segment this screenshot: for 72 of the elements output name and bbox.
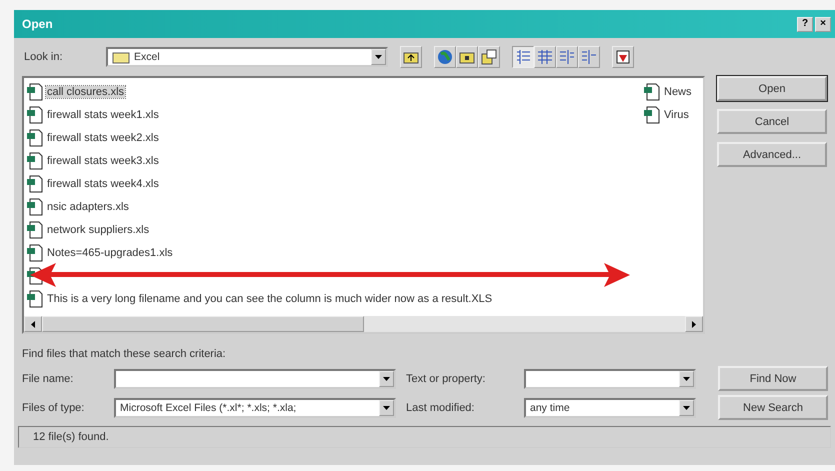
look-in-label: Look in:	[24, 51, 64, 63]
search-field[interactable]	[524, 368, 696, 388]
dropdown-arrow-icon	[375, 55, 382, 59]
toolbar-button[interactable]	[478, 46, 500, 68]
window-title: Open	[22, 17, 53, 31]
spreadsheet-file-icon	[643, 82, 661, 100]
spreadsheet-file-icon	[26, 290, 44, 308]
file-name[interactable]: Virus	[663, 108, 690, 120]
file-name[interactable]: firewall stats week2.xls	[46, 132, 160, 144]
field-value: any time	[529, 402, 571, 414]
search-field[interactable]	[114, 368, 396, 388]
search-field[interactable]: any time	[524, 398, 696, 418]
file-name[interactable]: News	[663, 86, 693, 98]
up-folder-icon	[403, 50, 419, 64]
spreadsheet-file-icon	[26, 106, 44, 124]
toolbar-button[interactable]	[400, 46, 422, 68]
dropdown-button[interactable]	[679, 370, 694, 386]
scroll-right-icon	[692, 320, 696, 328]
search-button[interactable]: New Search	[718, 395, 828, 420]
field-label: File name:	[22, 372, 74, 384]
file-name[interactable]: network suppliers.xls	[46, 224, 150, 236]
file-name[interactable]: nsic adapters.xls	[46, 200, 130, 212]
look-in-dropdown[interactable]: Excel	[106, 47, 388, 67]
dropdown-arrow-icon	[683, 406, 690, 410]
file-name[interactable]: Notes=465-upgrades1.xls	[46, 246, 174, 258]
search-button[interactable]: Find Now	[718, 366, 828, 391]
field-value: Microsoft Excel Files (*.xl*; *.xls; *.xla;	[119, 402, 298, 414]
dropdown-arrow-icon	[383, 406, 390, 410]
spreadsheet-file-icon	[643, 106, 661, 124]
search-field[interactable]: Microsoft Excel Files (*.xl*; *.xls; *.xla;	[114, 398, 396, 418]
help-button[interactable]: ?	[797, 16, 813, 32]
field-value: Excel	[133, 51, 161, 63]
spreadsheet-file-icon	[26, 152, 44, 170]
properties-view-icon	[559, 50, 575, 64]
folder-icon	[112, 50, 130, 64]
spreadsheet-file-icon	[26, 198, 44, 216]
search-heading: Find files that match these search criteria:	[22, 348, 227, 360]
scroll-left-icon	[31, 320, 35, 328]
file-name[interactable]: call closures.xls	[46, 86, 126, 98]
spreadsheet-file-icon	[26, 128, 44, 146]
globe-icon	[437, 49, 453, 65]
dialog-button[interactable]: Open	[717, 76, 827, 101]
field-label: Files of type:	[22, 402, 86, 414]
file-name[interactable]: firewall stats week4.xls	[46, 178, 160, 190]
file-name[interactable]: This is a very long filename and you can see the column is much wider now as a result.XLS	[46, 292, 494, 304]
status-bar: 12 file(s) found.	[18, 426, 831, 448]
field-label: Last modified:	[406, 402, 476, 414]
dialog-button[interactable]: Cancel	[717, 109, 827, 134]
spreadsheet-file-icon	[26, 244, 44, 262]
spreadsheet-file-icon	[26, 174, 44, 192]
spreadsheet-file-icon	[26, 220, 44, 238]
field-label: Text or property:	[406, 372, 486, 384]
file-name[interactable]: firewall stats week1.xls	[46, 108, 160, 120]
dropdown-arrow-icon	[383, 376, 390, 380]
list-view-icon	[515, 50, 531, 64]
file-name[interactable]: firewall stats week3.xls	[46, 154, 160, 166]
close-button[interactable]: ×	[815, 16, 831, 32]
commands-icon	[615, 49, 631, 65]
dropdown-button[interactable]	[371, 49, 386, 65]
dropdown-arrow-icon	[683, 376, 690, 380]
dropdown-button[interactable]	[679, 400, 694, 416]
spreadsheet-file-icon	[26, 82, 44, 100]
new-folder-icon	[459, 50, 475, 64]
dropdown-button[interactable]	[379, 400, 394, 416]
toolbar-button[interactable]	[456, 46, 478, 68]
horizontal-scrollbar[interactable]	[24, 316, 703, 332]
details-view-icon	[537, 50, 553, 64]
dropdown-button[interactable]	[379, 370, 394, 386]
preview-view-icon	[581, 50, 597, 64]
desktop-icon	[481, 49, 497, 65]
toolbar-button[interactable]	[612, 46, 634, 68]
dialog-button[interactable]: Advanced...	[717, 142, 827, 167]
